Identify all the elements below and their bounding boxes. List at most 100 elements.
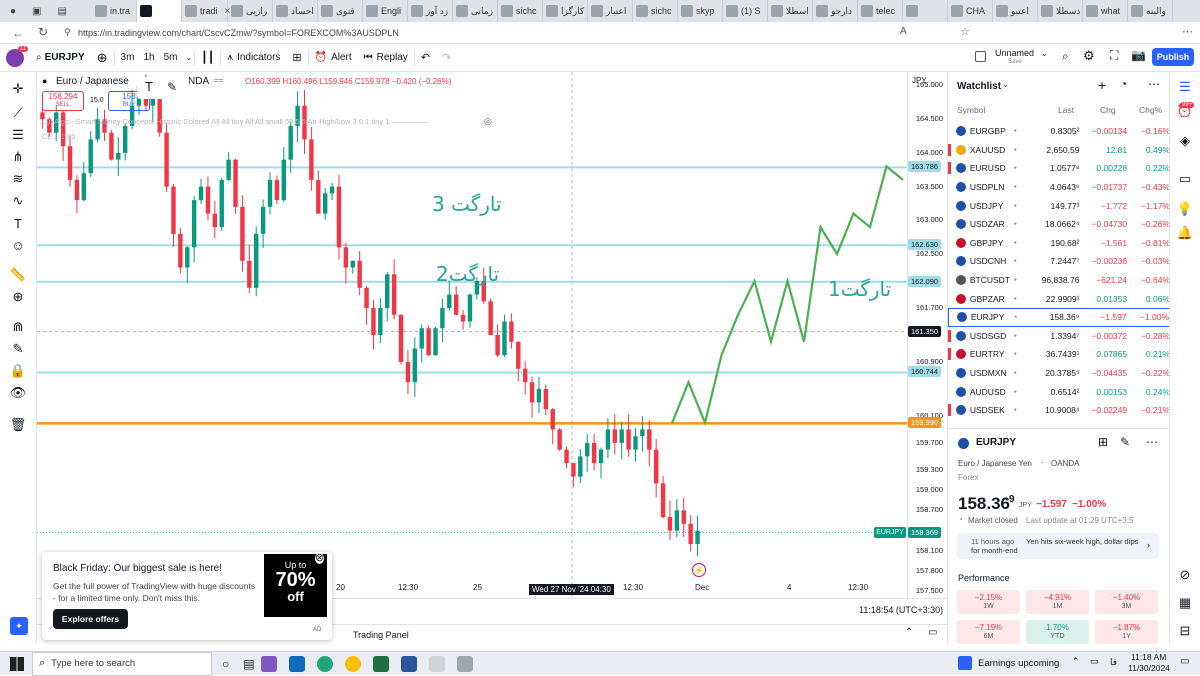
ruler-icon[interactable]: 📏 [9, 266, 27, 284]
lock-icon[interactable]: 🔒 [9, 362, 27, 380]
watchlist-row[interactable]: EURUSD ● 1.0577⁸ 0.00228 0.22% [948, 159, 1170, 178]
browser-tab[interactable]: دسطلا [1038, 0, 1083, 22]
browser-tab[interactable]: tradi × [182, 0, 230, 22]
trading-panel-tab[interactable]: Trading Panel [353, 630, 409, 640]
watchlist-row[interactable]: AUDUSD ● 0.6514² 0.00153 0.24% [948, 382, 1170, 401]
watchlist-title[interactable]: Watchlist [957, 81, 1001, 92]
target-2-label[interactable]: تارگت2 [436, 262, 499, 286]
target-1-label[interactable]: تارگت1 [828, 277, 891, 301]
col-symbol[interactable]: Symbol [957, 105, 985, 115]
watchlist-row[interactable]: GBPJPY ● 190.68² −1.561 −0.81% [948, 234, 1170, 253]
indicator-legend-2[interactable]: CE 1 1.85 [42, 132, 75, 141]
watchlist-row[interactable]: USDCNH ● 7.2447⁷ −0.00236 −0.03% [948, 252, 1170, 271]
economic-event-icon[interactable]: ⚡ [692, 563, 706, 577]
promo-close-icon[interactable]: ⊗ [315, 553, 325, 564]
watchlist-row[interactable]: BTCUSDT ● 96,838.76 −621.24 −0.64% [948, 271, 1170, 290]
tab-list-icon[interactable]: ▤ [58, 6, 67, 17]
browser-tab[interactable]: زد آوز [408, 0, 453, 22]
col-chgp[interactable]: Chg% [1139, 105, 1162, 115]
browser-tab[interactable]: احساد [273, 0, 318, 22]
notification-center-icon[interactable]: ▭ [1180, 656, 1189, 667]
undo-button[interactable]: ↶ [415, 44, 436, 72]
widgets-icon[interactable]: ▤ [243, 657, 254, 671]
details-edit-icon[interactable]: ✎ [1120, 435, 1130, 449]
zoom-in-icon[interactable]: ⊕ [9, 288, 27, 306]
earnings-upcoming[interactable]: Earnings upcoming [978, 658, 1059, 669]
details-symbol[interactable]: EURJPY [976, 437, 1016, 448]
brush-icon[interactable]: ∿ [9, 192, 27, 210]
indicator-legend[interactable]: LuxAlgo - Smart Money Concepts Historic … [42, 117, 429, 126]
watchlist-row[interactable]: USDZAR ● 18.0662⁴ −0.04730 −0.26% [948, 215, 1170, 234]
calendar-icon[interactable]: ▦ [1176, 594, 1194, 612]
profile-avatar[interactable]: 11 [0, 44, 30, 72]
emoji-icon[interactable]: ☺ [9, 236, 27, 254]
collapse-panel-icon[interactable]: ⌃ [905, 627, 913, 638]
performance-cell[interactable]: −1.87% 1Y [1095, 620, 1158, 644]
browser-tab[interactable]: sichc [498, 0, 543, 22]
browser-tab[interactable]: what [1083, 0, 1128, 22]
sell-button[interactable]: 158.294 SELL [42, 91, 84, 111]
back-icon[interactable]: ← [12, 26, 24, 40]
watchlist-row[interactable]: XAUUSD ● 2,650.59 12.81 0.49% [948, 141, 1170, 160]
performance-cell[interactable]: −2.15% 1W [957, 590, 1020, 614]
pen-icon[interactable]: ✎ [167, 80, 177, 94]
watchlist-row[interactable]: EURJPY ● 158.36⁹ −1.597 −1.00% [948, 308, 1170, 327]
browser-tab[interactable]: رازیی [228, 0, 273, 22]
windows-start-icon[interactable] [10, 656, 24, 671]
watchlist-row[interactable]: EURGBP ● 0.8305² −0.00134 −0.16% [948, 122, 1170, 141]
advanced-view-icon[interactable]: ◔ [1120, 77, 1127, 91]
browser-tab[interactable]: اعتبار [588, 0, 633, 22]
maximize-panel-icon[interactable]: ▭ [928, 627, 937, 638]
fib-icon[interactable]: ≋ [9, 170, 27, 188]
explore-offers-button[interactable]: Explore offers [53, 609, 128, 629]
details-more-icon[interactable]: ⋯ [1146, 435, 1158, 449]
browser-tab[interactable]: قنوی [318, 0, 363, 22]
replay-button[interactable]: ⏮ Replay [358, 44, 414, 72]
eye-toggle-icon[interactable]: ● [42, 76, 47, 86]
eye-icon[interactable]: 👁 [9, 384, 27, 402]
dom-icon[interactable]: ⊟ [1176, 622, 1194, 640]
notification-bell-bubble[interactable]: ✦ [10, 617, 28, 635]
alert-button[interactable]: ⏰ Alert [309, 44, 358, 72]
tab-actions-icon[interactable]: ▣ [32, 6, 41, 17]
compare-button[interactable]: ⊕ [91, 44, 114, 72]
interval-5m[interactable]: 5m [158, 44, 184, 72]
layout-name-button[interactable]: Unnamed Save ⌄ [975, 48, 1055, 68]
target-3-label[interactable]: تارگت 3 [432, 192, 502, 216]
browser-tab[interactable]: sichc [633, 0, 678, 22]
notifications-bell-icon[interactable]: 🔔 [1176, 224, 1194, 242]
price-axis[interactable]: JPY 165.000 164.500 164.000 163.500 163.000 1… [874, 72, 947, 598]
watchlist-icon[interactable]: ☰ [1176, 78, 1194, 96]
browser-tab[interactable]: in.tra [92, 0, 137, 22]
browser-tab[interactable] [137, 0, 182, 22]
watchlist-row[interactable]: USDJPY ● 149.77³ −1.772 −1.17% [948, 196, 1170, 215]
watchlist-row[interactable]: GBPZAR ● 22.9909¹ 0.01353 0.06% [948, 289, 1170, 308]
performance-cell[interactable]: 1.70% YTD [1026, 620, 1089, 644]
publish-button[interactable]: Publish [1152, 48, 1194, 66]
horizontal-lines-icon[interactable]: ☰ [9, 126, 27, 144]
magnet-icon[interactable]: ⋒ [9, 318, 27, 336]
browser-tab[interactable]: CHA [948, 0, 993, 22]
pitchfork-icon[interactable]: ⋔ [9, 148, 27, 166]
taskbar-date[interactable]: 11/30/2024 [1128, 663, 1170, 673]
excel-icon[interactable] [372, 655, 389, 672]
watchlist-more-icon[interactable]: ⋯ [1148, 77, 1160, 91]
tray-chevron-icon[interactable]: ⌃ [1072, 656, 1080, 667]
col-last[interactable]: Last [1058, 105, 1074, 115]
word-icon[interactable] [400, 655, 417, 672]
browser-tab[interactable]: Engli [363, 0, 408, 22]
add-symbol-icon[interactable]: + [1098, 77, 1106, 93]
taskbar-time[interactable]: 11:18 AM [1131, 652, 1166, 662]
trendline-icon[interactable]: ⟋ [9, 104, 27, 122]
symbol-search[interactable]: ⌕ EURJPY [30, 44, 91, 72]
interval-dropdown-icon[interactable]: ⌄ [183, 44, 194, 72]
interval-3m[interactable]: 3m [115, 44, 141, 72]
edge-icon[interactable] [316, 655, 333, 672]
network-icon[interactable]: ▭ [1090, 656, 1099, 667]
earnings-widget-icon[interactable] [958, 656, 972, 670]
vs-app-icon[interactable] [260, 655, 277, 672]
browser-tab[interactable] [903, 0, 948, 22]
help-icon[interactable]: ⊘ [1176, 566, 1194, 584]
chart-type-button[interactable]: ┃┃ [195, 44, 220, 72]
text-tool-icon[interactable]: T [9, 214, 27, 232]
